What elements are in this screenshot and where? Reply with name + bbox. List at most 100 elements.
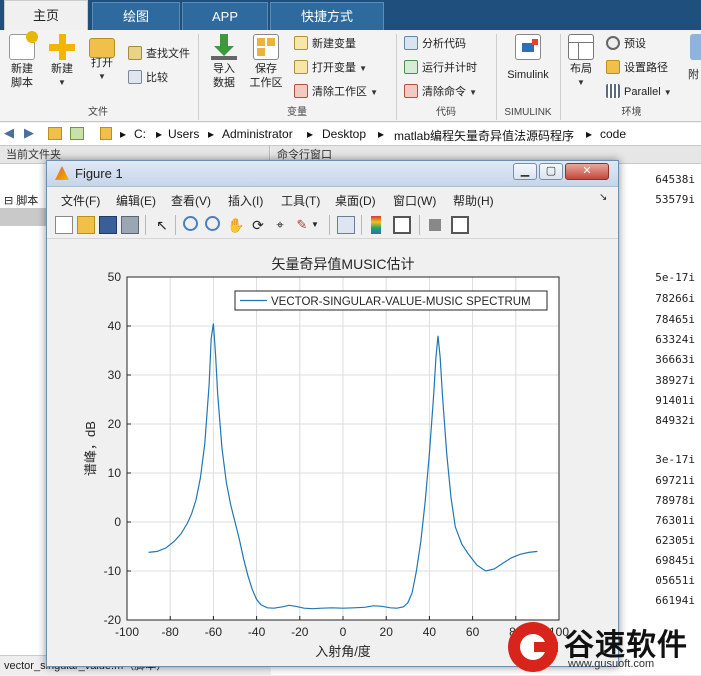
tab-home[interactable]: 主页 <box>4 0 88 30</box>
browse-folder-icon[interactable] <box>70 127 84 140</box>
open-button[interactable]: 打开 ▼ <box>84 32 120 84</box>
command-output-line: 36663i <box>655 353 695 366</box>
pan-hand-icon[interactable]: ✋ <box>227 216 245 234</box>
zoom-out-icon[interactable] <box>205 216 220 231</box>
run-time-label: 运行并计时 <box>422 62 477 74</box>
y-axis-label: 谱峰，dB <box>83 421 98 476</box>
toolbar-separator <box>419 215 420 235</box>
maximize-button[interactable]: ▢ <box>539 163 563 180</box>
analyze-code-button[interactable]: 分析代码 <box>404 34 466 54</box>
address-bar: ◀ ▶ ▸ C: ▸ Users ▸ Administrator ▸ Deskt… <box>0 123 701 146</box>
menu-window[interactable]: 窗口(W) <box>393 192 436 209</box>
address-part-administrator[interactable]: Administrator <box>222 127 293 141</box>
address-part-users[interactable]: Users <box>168 127 199 141</box>
menu-help[interactable]: 帮助(H) <box>453 192 494 209</box>
minimize-button[interactable]: ▁ <box>513 163 537 180</box>
open-file-icon[interactable] <box>77 216 95 234</box>
addons-button[interactable]: 附 <box>686 32 701 82</box>
collapse-icon[interactable]: ⊟ <box>4 195 16 207</box>
open-variable-button[interactable]: 打开变量 ▼ <box>294 58 367 78</box>
command-output-line: 3e-17i <box>655 453 695 466</box>
folder-icon <box>100 127 112 140</box>
save-icon[interactable] <box>99 216 117 234</box>
command-output-line: 63324i <box>655 333 695 346</box>
command-output-line: 84932i <box>655 414 695 427</box>
rotate-icon[interactable]: ⟳ <box>249 216 267 234</box>
simulink-button[interactable]: Simulink <box>502 32 554 82</box>
forward-arrow-icon[interactable]: ▶ <box>24 125 34 141</box>
figure-title-bar[interactable]: Figure 1 ▁ ▢ ✕ <box>47 161 618 187</box>
figure-window[interactable]: Figure 1 ▁ ▢ ✕ 文件(F) 编辑(E) 查看(V) 插入(I) 工… <box>46 160 619 667</box>
menu-file[interactable]: 文件(F) <box>61 192 100 209</box>
close-button[interactable]: ✕ <box>565 163 609 180</box>
zoom-in-icon[interactable] <box>183 216 198 231</box>
plot-area: -100-80-60-40-20020406080100-20-10010203… <box>47 240 618 666</box>
menu-view[interactable]: 查看(V) <box>171 192 211 209</box>
figure-toolbar: ↖ ✋ ⟳ ⌖ ✎ ▼ <box>47 211 618 239</box>
layout-label: 布局 <box>570 63 592 75</box>
y-tick-label: 10 <box>108 466 122 480</box>
hide-tools-icon[interactable] <box>429 219 441 231</box>
pointer-icon[interactable]: ↖ <box>153 216 171 234</box>
back-arrow-icon[interactable]: ◀ <box>4 125 14 141</box>
preferences-button[interactable]: 预设 <box>606 34 646 54</box>
parallel-button[interactable]: Parallel ▼ <box>606 82 672 102</box>
addons-icon <box>690 34 701 60</box>
compare-button[interactable]: 比较 <box>128 68 168 88</box>
group-separator <box>496 34 497 120</box>
crumb-separator-icon: ▸ <box>307 127 314 141</box>
data-cursor-icon[interactable]: ⌖ <box>271 216 289 234</box>
colorbar-icon[interactable] <box>371 216 381 234</box>
run-time-button[interactable]: 运行并计时 <box>404 58 477 78</box>
show-plot-tools-icon[interactable] <box>451 216 469 234</box>
address-part-code[interactable]: code <box>600 127 626 141</box>
up-folder-icon[interactable] <box>48 127 62 140</box>
watermark-logo-icon <box>508 622 558 672</box>
link-plot-icon[interactable] <box>337 216 355 234</box>
menu-insert[interactable]: 插入(I) <box>228 192 263 209</box>
import-data-button[interactable]: 导入 数据 <box>206 32 242 90</box>
simulink-label: Simulink <box>507 69 549 81</box>
address-part-drive[interactable]: C: <box>134 127 146 141</box>
new-figure-icon[interactable] <box>55 216 73 234</box>
tab-shortcuts[interactable]: 快捷方式 <box>270 2 384 30</box>
new-variable-button[interactable]: 新建变量 <box>294 34 356 54</box>
address-part-desktop[interactable]: Desktop <box>322 127 366 141</box>
menu-edit[interactable]: 编辑(E) <box>116 192 156 209</box>
ribbon: 新建 脚本 新建 ▼ 打开 ▼ 查找文件 比较 文件 导入 数据 保存 工作区 … <box>0 30 701 122</box>
command-output-line: 64538i <box>655 173 695 186</box>
menu-tools[interactable]: 工具(T) <box>281 192 320 209</box>
clear-workspace-icon <box>294 84 308 98</box>
legend-icon[interactable] <box>393 216 411 234</box>
set-path-button[interactable]: 设置路径 <box>606 58 668 78</box>
clear-commands-button[interactable]: 清除命令 ▼ <box>404 82 477 102</box>
find-files-button[interactable]: 查找文件 <box>128 44 190 64</box>
brush-icon[interactable]: ✎ <box>293 216 311 234</box>
y-tick-label: 20 <box>108 417 122 431</box>
command-output-line: 69845i <box>655 554 695 567</box>
parallel-label: Parallel <box>624 86 661 98</box>
address-part-project-folder[interactable]: matlab编程矢量奇异值法源码程序 <box>394 127 574 144</box>
x-tick-label: 0 <box>340 625 347 639</box>
new-variable-label: 新建变量 <box>312 38 356 50</box>
new-button[interactable]: 新建 ▼ <box>44 32 80 90</box>
compare-label: 比较 <box>146 72 168 84</box>
layout-button[interactable]: 布局 ▼ <box>564 32 598 90</box>
script-label: 脚本 <box>16 195 39 207</box>
clear-workspace-button[interactable]: 清除工作区 ▼ <box>294 82 378 102</box>
tab-plots[interactable]: 绘图 <box>92 2 180 30</box>
save-workspace-button[interactable]: 保存 工作区 <box>246 32 286 90</box>
crumb-separator-icon: ▸ <box>156 127 163 141</box>
open-variable-label: 打开变量 <box>312 62 356 74</box>
tab-apps[interactable]: APP <box>182 2 268 30</box>
menu-desktop[interactable]: 桌面(D) <box>335 192 376 209</box>
x-tick-label: -20 <box>291 625 309 639</box>
command-output-line: 78978i <box>655 494 695 507</box>
new-script-label: 新建 脚本 <box>11 63 33 89</box>
new-script-button[interactable]: 新建 脚本 <box>4 31 40 90</box>
brush-caret-icon[interactable]: ▼ <box>311 216 321 234</box>
figure-menu-bar: 文件(F) 编辑(E) 查看(V) 插入(I) 工具(T) 桌面(D) 窗口(W… <box>47 188 618 210</box>
menu-dock-icon[interactable]: ↘ <box>599 192 607 203</box>
x-tick-label: 40 <box>423 625 437 639</box>
print-icon[interactable] <box>121 216 139 234</box>
